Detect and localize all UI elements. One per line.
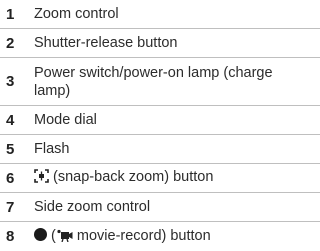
list-item: 4 Mode dial [0,106,320,135]
list-item: 5 Flash [0,135,320,164]
list-item: 1 Zoom control [0,0,320,29]
item-label: Mode dial [34,112,97,128]
list-item: 2 Shutter-release button [0,29,320,58]
movie-record-icon [56,229,73,247]
item-number: 3 [6,73,15,90]
item-label: Zoom control [34,6,119,22]
item-number: 7 [6,198,15,216]
item-number: 2 [6,34,15,52]
filled-circle-icon [34,227,47,241]
snap-back-zoom-icon [34,169,49,188]
item-label: Shutter-release button [34,35,178,51]
list-item: 6 (snap-back zoom) button [0,164,320,193]
item-label: (snap-back zoom) button [53,169,214,185]
item-number: 5 [6,140,15,158]
item-number: 8 [6,228,15,245]
item-label: Side zoom control [34,199,151,215]
item-number: 4 [6,111,15,129]
item-number: 6 [6,169,15,187]
list-item: 8 ( movie-record) button [0,222,320,251]
item-label: movie-record) button [76,227,211,244]
item-label-wrap: (snap-back zoom) button [30,168,320,188]
list-item: 7 Side zoom control [0,193,320,222]
item-label-wrap: ( movie-record) button [30,227,320,247]
item-number: 1 [6,5,15,23]
item-label: Flash [34,141,70,157]
parts-legend: 1 Zoom control 2 Shutter-release button … [0,0,320,251]
list-item: 3 Power switch/power-on lamp (charge lam… [0,58,320,106]
item-label: Power switch/power-on lamp (charge lamp) [34,64,273,99]
